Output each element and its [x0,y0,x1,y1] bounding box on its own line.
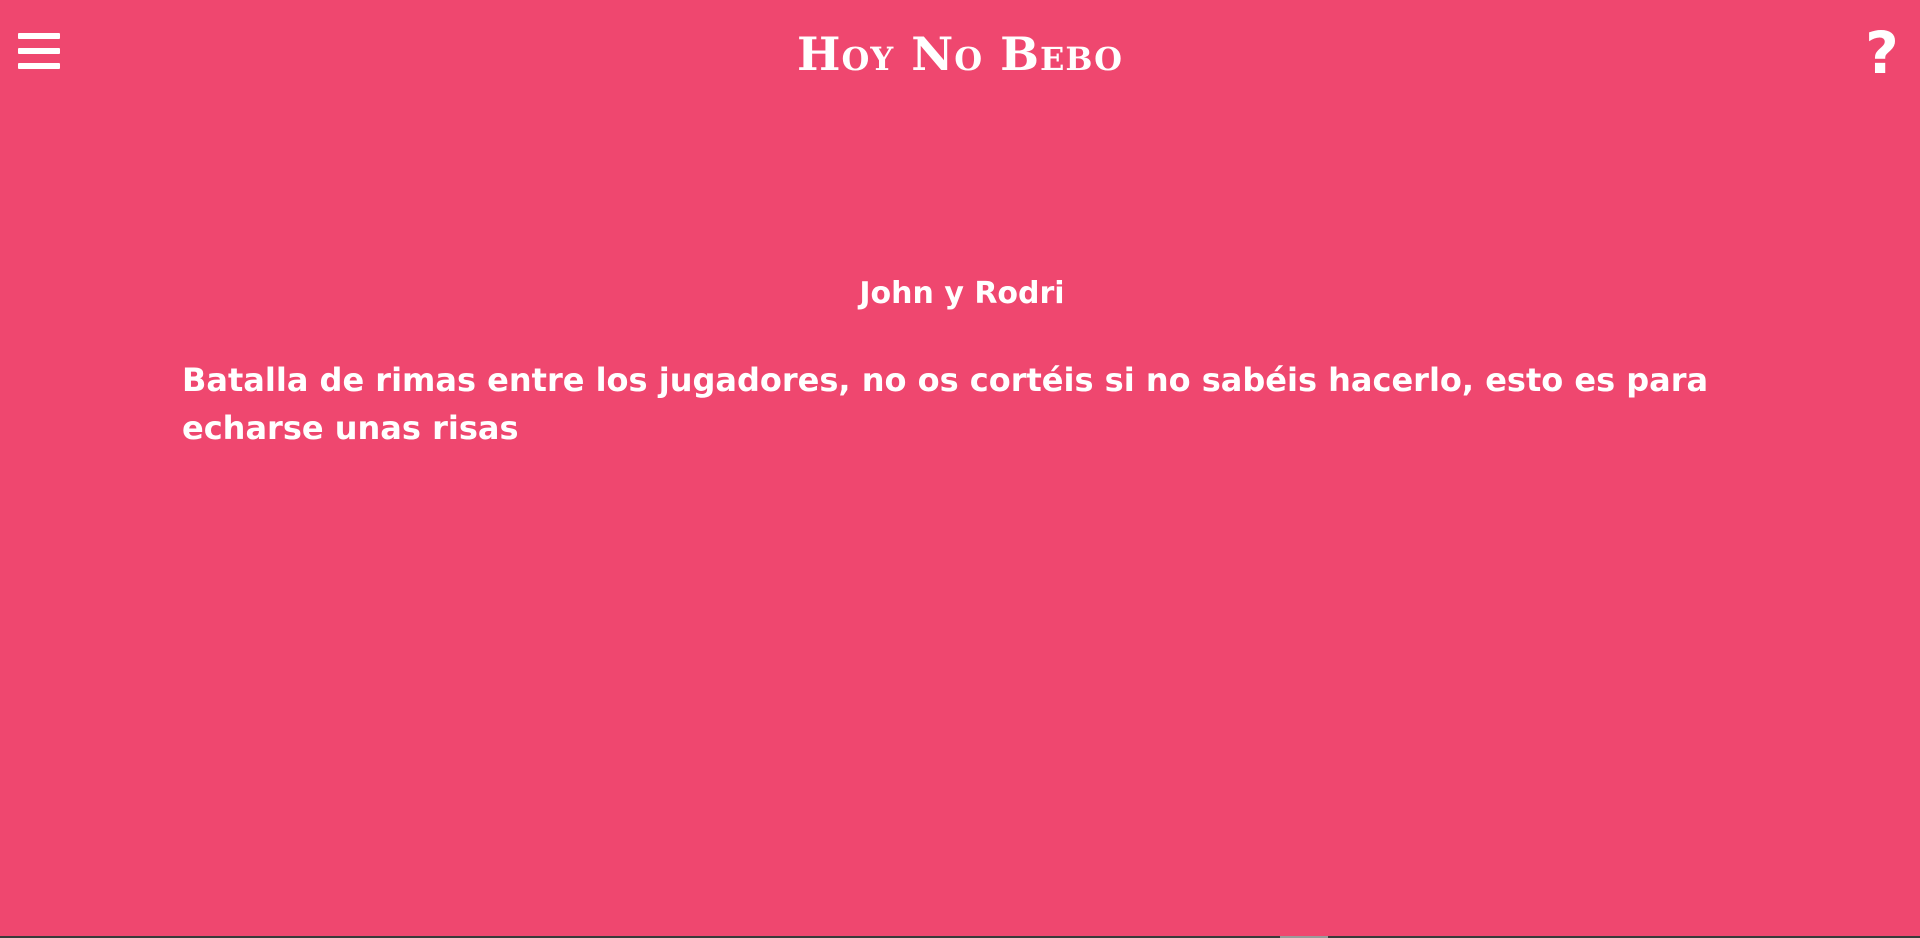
app-title: Hoy No Bebo [797,27,1123,81]
top-bar: Hoy No Bebo ? [0,0,1920,108]
challenge-card: John y Rodri Batalla de rimas entre los … [182,270,1742,452]
question-mark-icon[interactable]: ? [1860,22,1904,84]
challenge-text: Batalla de rimas entre los jugadores, no… [182,361,1709,447]
players-label: John y Rodri [859,276,1065,311]
